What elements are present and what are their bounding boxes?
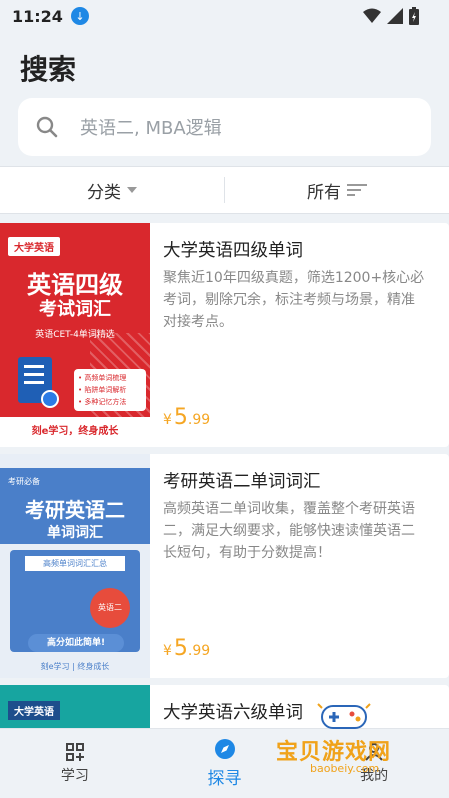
- price-integer: 5: [173, 636, 188, 661]
- grid-icon: [65, 742, 84, 761]
- search-icon: [36, 116, 58, 138]
- category-filter[interactable]: 分类: [0, 178, 224, 203]
- cover-footer: 刻e学习 | 终身成长: [40, 662, 110, 671]
- page-title: 搜索: [20, 53, 77, 86]
- cover-title: 考研英语二: [25, 498, 125, 522]
- price-decimal: .99: [187, 643, 211, 659]
- book-card[interactable]: 考研必备 考研英语二 单词词汇 高频单词词汇汇总 英语二 高分如此简单! 刻e学…: [0, 454, 449, 678]
- status-bar: 11:24 ↓: [0, 0, 449, 32]
- cover-tag: 大学英语: [8, 237, 60, 256]
- filter-bar: 分类 所有: [0, 166, 449, 214]
- signal-icon: [387, 8, 403, 24]
- book-icon: [18, 357, 59, 408]
- price-currency: ¥: [163, 412, 172, 428]
- wifi-icon: [363, 8, 381, 23]
- cover-footer: 刻e学习，终身成长: [0, 417, 150, 447]
- sort-lines-icon: [347, 184, 367, 196]
- book-cover-image: 考研必备 考研英语二 单词词汇 高频单词词汇汇总 英语二 高分如此简单! 刻e学…: [0, 454, 150, 678]
- book-title: 大学英语四级单词: [163, 241, 303, 261]
- book-description: 高频英语二单词收集，覆盖整个考研英语二，满足大纲要求，能够快速读懂英语二长短句，…: [163, 501, 415, 561]
- tab-explore-label: 探寻: [207, 769, 242, 789]
- cover-badge: 英语二: [90, 588, 130, 628]
- status-time: 11:24: [12, 6, 63, 26]
- book-title: 考研英语二单词词汇: [163, 472, 321, 492]
- cover-tag: 大学英语: [8, 701, 60, 720]
- cover-bullet: • 高频单词梳理: [78, 374, 127, 382]
- cover-subtitle: 考试词汇: [39, 299, 111, 320]
- price-decimal: .99: [187, 412, 211, 428]
- category-filter-label: 分类: [87, 182, 121, 203]
- tab-study-label: 学习: [60, 767, 89, 784]
- cover-bullet-list: • 高频单词梳理 • 陷阱单词解析 • 多种记忆方法: [74, 369, 146, 411]
- cover-subtitle: 单词词汇: [47, 525, 103, 541]
- watermark: 宝贝游戏网 baobeiy.com: [266, 700, 446, 780]
- tab-study[interactable]: 学习: [0, 729, 150, 798]
- price-integer: 5: [173, 405, 188, 430]
- cover-bullet: • 陷阱单词解析: [78, 386, 127, 394]
- compass-icon: [214, 739, 235, 759]
- cover-pill: 高分如此简单!: [28, 634, 124, 652]
- sort-filter-label: 所有: [307, 182, 341, 203]
- book-cover-image: 大学英语 英语四级 考试词汇 英语CET-4单词精选 • 高频单词梳理 • 陷阱…: [0, 223, 150, 447]
- book-description: 聚焦近10年四级真题，筛选1200+核心必考词，剔除冗余，标注考频与场景，精准对…: [163, 270, 425, 330]
- watermark-url: baobeiy.com: [310, 762, 380, 775]
- book-price: ¥5.99: [163, 636, 210, 661]
- caret-down-icon: [127, 187, 137, 193]
- gamepad-icon: [317, 703, 371, 729]
- cover-caption: 高频单词词汇汇总: [25, 556, 125, 571]
- search-placeholder: 英语二, MBA逻辑: [80, 118, 222, 139]
- price-currency: ¥: [163, 643, 172, 659]
- status-icons: [363, 7, 419, 25]
- battery-icon: [409, 7, 419, 25]
- book-price: ¥5.99: [163, 405, 210, 430]
- cover-tag: 考研必备: [8, 477, 40, 486]
- book-card[interactable]: 大学英语 英语四级 考试词汇 英语CET-4单词精选 • 高频单词梳理 • 陷阱…: [0, 223, 449, 447]
- download-icon: ↓: [70, 7, 89, 25]
- search-input[interactable]: 英语二, MBA逻辑: [18, 98, 431, 156]
- cover-bullet: • 多种记忆方法: [78, 398, 127, 406]
- sort-filter[interactable]: 所有: [225, 178, 449, 203]
